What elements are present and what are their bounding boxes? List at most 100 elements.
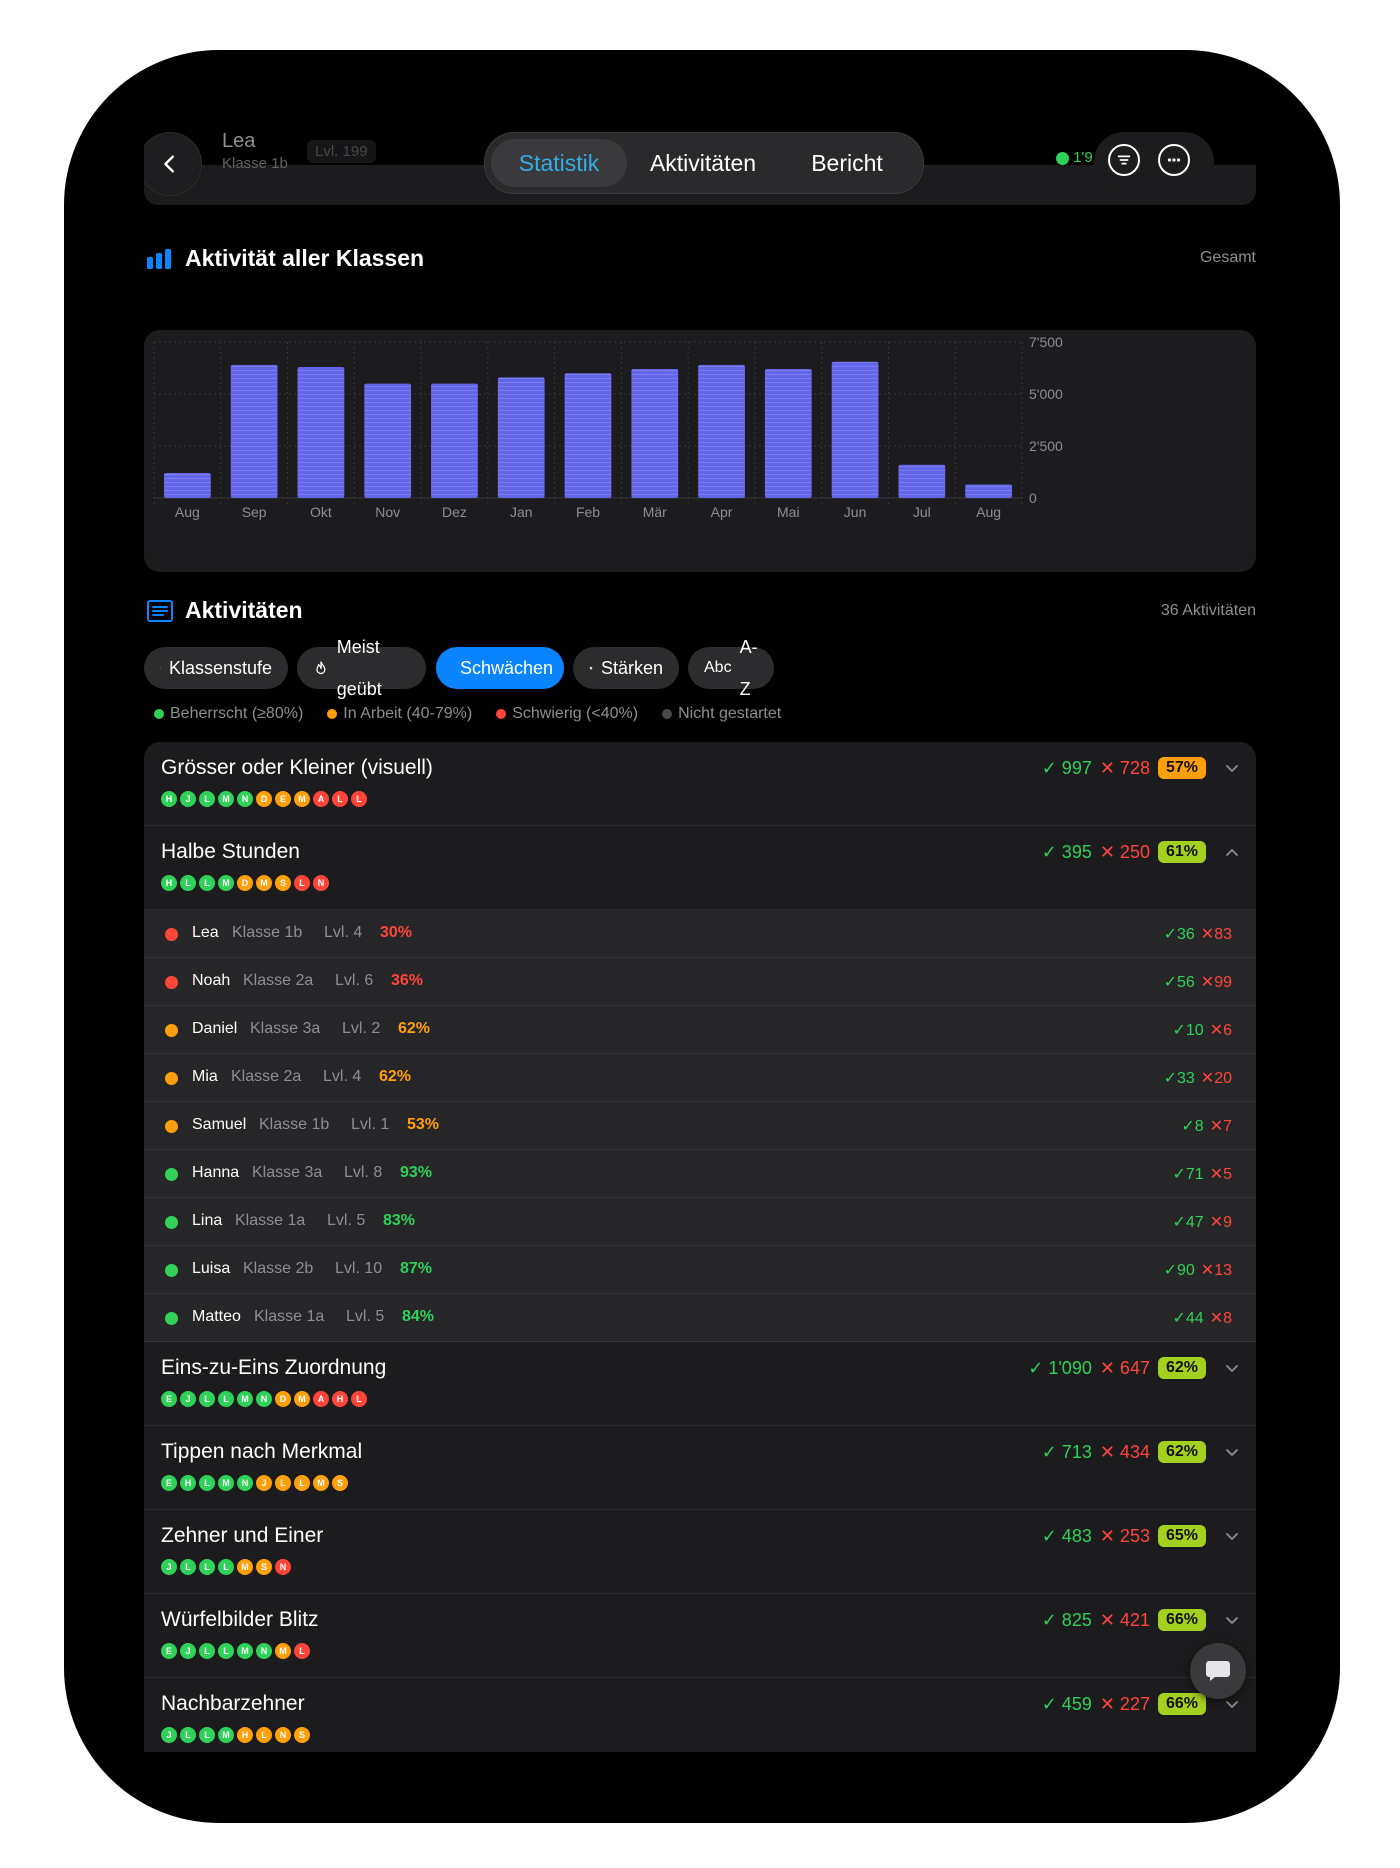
x-tick-label: Mai <box>777 504 800 520</box>
bar[interactable] <box>965 484 1012 498</box>
level-dot: M <box>218 1727 234 1743</box>
level-dot: A <box>313 791 329 807</box>
bar[interactable] <box>164 473 211 498</box>
student-row[interactable]: Matteo Klasse 1a Lvl. 5 84% ✓44 ✕8 <box>144 1294 1256 1342</box>
user-name: Lea <box>222 130 256 152</box>
more-button[interactable] <box>1158 144 1190 176</box>
level-dot: M <box>237 1643 253 1659</box>
student-percent: 30% <box>380 924 413 941</box>
student-row[interactable]: Daniel Klasse 3a Lvl. 2 62% ✓10 ✕6 <box>144 1006 1256 1054</box>
student-level: Lvl. 1 <box>351 1116 390 1133</box>
student-correct: ✓10 <box>1172 1022 1204 1039</box>
filter-chip-a-z[interactable]: Abc A-Z <box>688 637 774 699</box>
chat-button[interactable] <box>1190 1643 1246 1699</box>
correct-count: ✓ 1'090 <box>1028 1357 1092 1378</box>
student-results: ✓56 ✕99 <box>1164 972 1232 992</box>
activity-row[interactable]: Eins-zu-Eins Zuordnung E J L L M N D M A H L ✓ 1'090… <box>144 1342 1256 1426</box>
filter-chip-stärken[interactable]: Stärken <box>573 647 679 689</box>
status-dot <box>165 1120 178 1133</box>
activity-row[interactable]: Tippen nach Merkmal E H L M N J L L M S ✓ 713 ✕ 434 6… <box>144 1426 1256 1510</box>
chevron-down-icon[interactable] <box>1224 1696 1240 1712</box>
user-class: Klasse 1b <box>222 155 288 172</box>
status-dot <box>165 1216 178 1229</box>
app-screen: Lea Klasse 1b Lvl. 199 Statistik Aktivit… <box>144 125 1256 1752</box>
student-wrong: ✕9 <box>1209 1214 1232 1231</box>
student-results: ✓47 ✕9 <box>1172 1212 1232 1232</box>
status-dot <box>165 1312 178 1325</box>
chevron-down-icon[interactable] <box>1224 760 1240 776</box>
view-tabs: Statistik Aktivitäten Bericht <box>484 132 924 194</box>
student-row[interactable]: Samuel Klasse 1b Lvl. 1 53% ✓8 ✕7 <box>144 1102 1256 1150</box>
legend-dot <box>662 708 673 719</box>
filter-button[interactable] <box>1108 144 1140 176</box>
filter-chip-label: Schwächen <box>460 658 554 678</box>
x-tick-label: Okt <box>310 504 332 520</box>
bar[interactable] <box>698 364 745 498</box>
student-row[interactable]: Noah Klasse 2a Lvl. 6 36% ✓56 ✕99 <box>144 958 1256 1006</box>
activity-row[interactable]: Nachbarzehner J L L M H L N S ✓ 459 ✕ 227 66% <box>144 1678 1256 1752</box>
student-row[interactable]: Hanna Klasse 3a Lvl. 8 93% ✓71 ✕5 <box>144 1150 1256 1198</box>
chevron-down-icon[interactable] <box>1224 1528 1240 1544</box>
level-dot: H <box>161 791 177 807</box>
activity-row[interactable]: Zehner und Einer J L L L M S N ✓ 483 ✕ 253 65% <box>144 1510 1256 1594</box>
level-dot: S <box>294 1727 310 1743</box>
bar[interactable] <box>364 383 412 498</box>
level-dot: D <box>256 791 272 807</box>
activities-title: Aktivitäten <box>185 597 303 623</box>
bar[interactable] <box>230 364 278 498</box>
filter-chip-schwächen[interactable]: Schwächen <box>436 647 564 689</box>
level-dot: N <box>275 1559 291 1575</box>
status-text: 1'9 <box>1073 149 1093 166</box>
activity-row[interactable]: Würfelbilder Blitz E J L L M N M L ✓ 825 ✕ 421 66% <box>144 1594 1256 1678</box>
chevron-down-icon[interactable] <box>1224 1360 1240 1376</box>
success-badge: 66% <box>1157 1609 1206 1631</box>
bar[interactable] <box>564 373 612 498</box>
x-tick-label: Jun <box>844 504 867 520</box>
filter-chip-label: Meist geübt <box>336 637 382 699</box>
x-tick-label: Mär <box>643 504 667 520</box>
student-correct: ✓36 <box>1163 926 1195 943</box>
student-row[interactable]: Mia Klasse 2a Lvl. 4 62% ✓33 ✕20 <box>144 1054 1256 1102</box>
activity-title: Würfelbilder Blitz <box>161 1608 319 1631</box>
bar[interactable] <box>297 366 345 498</box>
level-dot: M <box>237 1391 253 1407</box>
tab-aktivitaeten[interactable]: Aktivitäten <box>633 139 773 187</box>
status-dot <box>165 976 178 989</box>
student-name: Lina <box>192 1212 223 1229</box>
chevron-up-icon[interactable] <box>1224 844 1240 860</box>
student-row[interactable]: Lea Klasse 1b Lvl. 4 30% ✓36 ✕83 <box>144 910 1256 958</box>
level-dot: M <box>237 1559 253 1575</box>
bar[interactable] <box>431 383 478 498</box>
student-level: Lvl. 8 <box>344 1164 383 1181</box>
tab-statistik[interactable]: Statistik <box>491 139 627 187</box>
level-dot: L <box>332 791 348 807</box>
filter-chip-meist-geübt[interactable]: Meist geübt <box>297 637 426 699</box>
activity-row[interactable]: Halbe Stunden H L L M D M S L N ✓ 395 ✕ 250 61% <box>144 826 1256 910</box>
bar[interactable] <box>898 464 946 498</box>
level-dot: L <box>218 1391 234 1407</box>
bar[interactable] <box>631 369 679 498</box>
activity-title: Nachbarzehner <box>161 1692 305 1715</box>
chart-scope[interactable]: Gesamt <box>1200 249 1256 267</box>
activity-row[interactable]: Grösser oder Kleiner (visuell) H J L M N D E M A L… <box>144 742 1256 826</box>
activity-stats: ✓ 825 ✕ 421 66% <box>1042 1609 1206 1631</box>
student-row[interactable]: Lina Klasse 1a Lvl. 5 83% ✓47 ✕9 <box>144 1198 1256 1246</box>
abc-icon: Abc <box>704 659 732 676</box>
student-results: ✓44 ✕8 <box>1172 1308 1232 1328</box>
student-name: Noah <box>192 972 231 989</box>
level-dots: HLLMDMSLN <box>161 875 329 891</box>
legend-item: Schwierig (<40%) <box>496 705 638 723</box>
bar[interactable] <box>831 361 879 498</box>
level-dot: L <box>180 1727 196 1743</box>
bar[interactable] <box>764 369 812 498</box>
more-icon <box>1167 158 1181 162</box>
chevron-down-icon[interactable] <box>1224 1444 1240 1460</box>
student-row[interactable]: Luisa Klasse 2b Lvl. 10 87% ✓90 ✕13 <box>144 1246 1256 1294</box>
tab-bericht[interactable]: Bericht <box>779 139 915 187</box>
chevron-down-icon[interactable] <box>1224 1612 1240 1628</box>
filter-chip-klassenstufe[interactable]: Klassenstufe <box>144 647 288 689</box>
legend-item: Nicht gestartet <box>662 705 781 723</box>
bar[interactable] <box>497 377 545 498</box>
wrong-count: ✕ 728 <box>1099 757 1150 778</box>
student-name: Lea <box>192 924 219 941</box>
